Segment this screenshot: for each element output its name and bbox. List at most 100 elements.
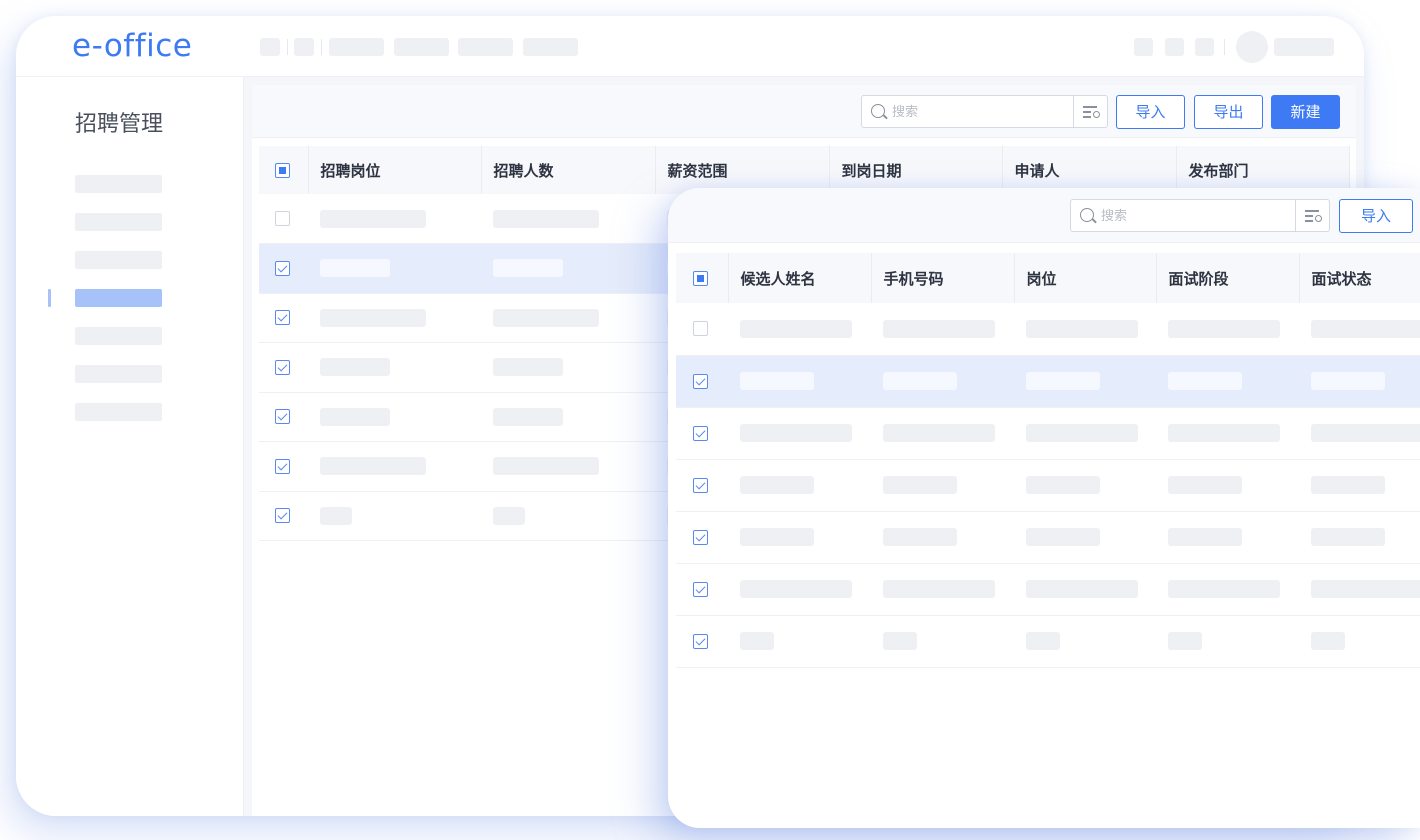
- row-checkbox-cell[interactable]: [676, 563, 728, 616]
- table-cell: [1014, 459, 1156, 512]
- nav-placeholder-icon[interactable]: [260, 38, 280, 56]
- cell-placeholder: [320, 308, 426, 327]
- row-checkbox[interactable]: [693, 425, 708, 441]
- table-cell: [308, 293, 481, 343]
- nav-menu-placeholder[interactable]: [394, 38, 449, 56]
- row-checkbox-cell[interactable]: [259, 243, 308, 294]
- row-checkbox[interactable]: [693, 373, 708, 389]
- sidebar-item[interactable]: [75, 251, 162, 269]
- avatar[interactable]: [1236, 31, 1268, 63]
- table-cell: [728, 303, 871, 356]
- table-cell: [1299, 563, 1420, 616]
- cell-placeholder: [320, 358, 390, 377]
- advanced-search-icon[interactable]: [1295, 200, 1329, 231]
- column-header[interactable]: 薪资范围: [655, 146, 830, 194]
- select-all-cell[interactable]: [676, 253, 729, 303]
- table-row[interactable]: [676, 303, 1420, 356]
- sidebar-item-active[interactable]: [75, 289, 162, 307]
- row-checkbox[interactable]: [693, 321, 708, 337]
- select-all-cell[interactable]: [259, 146, 309, 194]
- row-checkbox[interactable]: [693, 581, 708, 597]
- table-row[interactable]: [676, 407, 1420, 460]
- row-checkbox[interactable]: [693, 529, 708, 545]
- sidebar-active-marker: [48, 289, 51, 307]
- advanced-search-icon[interactable]: [1073, 96, 1107, 127]
- table-row[interactable]: [676, 355, 1420, 408]
- search-input[interactable]: [892, 103, 1042, 121]
- sidebar-item[interactable]: [75, 327, 162, 345]
- cell-placeholder: [883, 528, 957, 546]
- row-checkbox-cell[interactable]: [676, 303, 728, 356]
- row-checkbox-cell[interactable]: [259, 441, 308, 492]
- table-row[interactable]: [676, 459, 1420, 512]
- cell-placeholder: [493, 259, 563, 278]
- search-box[interactable]: [861, 95, 1108, 128]
- select-all-checkbox[interactable]: [275, 162, 290, 178]
- column-header[interactable]: 候选人姓名: [728, 253, 872, 303]
- column-header[interactable]: 招聘人数: [481, 146, 656, 194]
- row-checkbox[interactable]: [275, 508, 290, 524]
- import-button[interactable]: 导入: [1116, 95, 1185, 129]
- row-checkbox-cell[interactable]: [259, 342, 308, 393]
- row-checkbox-cell[interactable]: [676, 615, 728, 668]
- nav-divider: [321, 39, 322, 55]
- select-all-checkbox[interactable]: [693, 270, 708, 286]
- cell-placeholder: [1311, 372, 1385, 390]
- row-checkbox-cell[interactable]: [676, 407, 728, 460]
- table-row[interactable]: [676, 615, 1420, 668]
- nav-menu-placeholder[interactable]: [523, 38, 578, 56]
- cell-placeholder: [320, 457, 426, 476]
- column-header[interactable]: 招聘岗位: [308, 146, 482, 194]
- table-cell: [1014, 563, 1156, 616]
- row-checkbox[interactable]: [275, 359, 290, 375]
- table-row[interactable]: [676, 511, 1420, 564]
- column-header[interactable]: 手机号码: [871, 253, 1015, 303]
- header-action-icon[interactable]: [1134, 38, 1153, 56]
- sidebar-item[interactable]: [75, 403, 162, 421]
- cell-placeholder: [883, 476, 957, 494]
- column-header[interactable]: 到岗日期: [829, 146, 1003, 194]
- sidebar-item[interactable]: [75, 213, 162, 231]
- table-cell: [1156, 615, 1299, 668]
- candidate-search-box[interactable]: [1070, 199, 1330, 232]
- row-checkbox-cell[interactable]: [676, 511, 728, 564]
- row-checkbox[interactable]: [275, 310, 290, 326]
- row-checkbox[interactable]: [275, 409, 290, 425]
- nav-placeholder-icon[interactable]: [294, 38, 314, 56]
- new-button[interactable]: 新建: [1271, 95, 1340, 129]
- row-checkbox-cell[interactable]: [676, 355, 728, 408]
- row-checkbox-cell[interactable]: [676, 459, 728, 512]
- export-button[interactable]: 导出: [1194, 95, 1263, 129]
- row-checkbox[interactable]: [275, 211, 290, 226]
- column-header[interactable]: 岗位: [1014, 253, 1157, 303]
- nav-menu-placeholder[interactable]: [329, 38, 384, 56]
- candidate-search-input[interactable]: [1101, 207, 1251, 225]
- header-action-icon[interactable]: [1165, 38, 1184, 56]
- cell-placeholder: [740, 632, 774, 650]
- row-checkbox-cell[interactable]: [259, 491, 308, 541]
- column-header[interactable]: 面试状态: [1299, 253, 1420, 303]
- candidate-import-button[interactable]: 导入: [1339, 199, 1413, 233]
- sidebar-item[interactable]: [75, 175, 162, 193]
- row-checkbox[interactable]: [693, 477, 708, 493]
- table-cell: [308, 392, 481, 442]
- cell-placeholder: [320, 209, 426, 228]
- search-icon: [1080, 208, 1094, 222]
- row-checkbox[interactable]: [693, 633, 708, 649]
- column-header[interactable]: 申请人: [1002, 146, 1177, 194]
- nav-menu-placeholder[interactable]: [458, 38, 513, 56]
- column-header[interactable]: 发布部门: [1176, 146, 1350, 194]
- row-checkbox[interactable]: [275, 260, 290, 276]
- sidebar-item[interactable]: [75, 365, 162, 383]
- user-name-placeholder[interactable]: [1274, 38, 1334, 56]
- row-checkbox-cell[interactable]: [259, 194, 308, 244]
- cell-placeholder: [740, 476, 814, 494]
- column-header[interactable]: 面试阶段: [1156, 253, 1300, 303]
- row-checkbox[interactable]: [275, 458, 290, 474]
- row-checkbox-cell[interactable]: [259, 293, 308, 343]
- table-row[interactable]: [676, 563, 1420, 616]
- table-cell: [308, 342, 481, 393]
- row-checkbox-cell[interactable]: [259, 392, 308, 442]
- header-action-icon[interactable]: [1195, 38, 1214, 56]
- cell-placeholder: [740, 319, 852, 338]
